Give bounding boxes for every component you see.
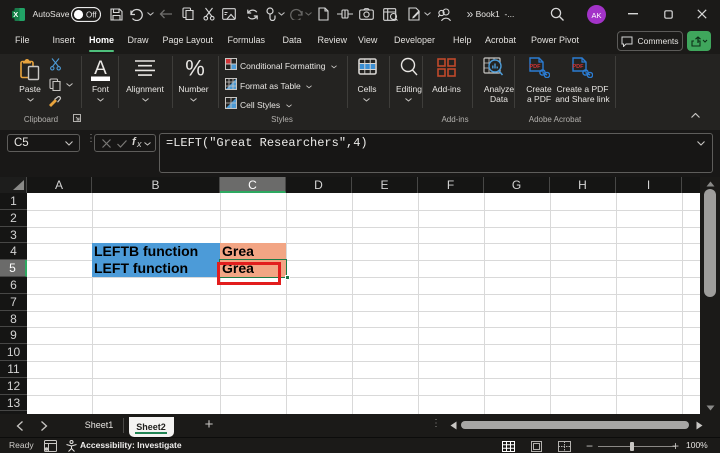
svg-text:AK: AK (591, 11, 601, 20)
svg-text:X: X (13, 10, 18, 19)
svg-text:PDF: PDF (530, 64, 542, 70)
svg-text:%: % (185, 56, 205, 80)
svg-text:PDF: PDF (573, 64, 585, 70)
svg-text:Off: Off (86, 10, 97, 19)
svg-text:A: A (94, 58, 107, 79)
